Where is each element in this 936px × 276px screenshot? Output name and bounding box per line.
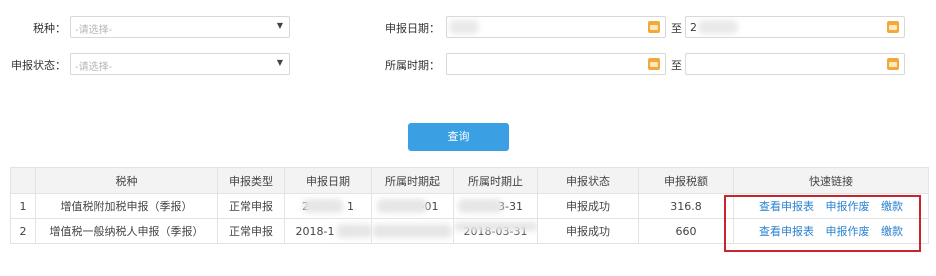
column-header-period-start: 所属时期起: [371, 167, 454, 194]
tax-type-select[interactable]: -请选择- ▼: [70, 16, 290, 38]
declare-date-label: 申报日期：: [385, 22, 440, 35]
column-header-index: [10, 167, 36, 194]
row-declare-type: 正常申报: [217, 193, 285, 219]
declare-status-placeholder: -请选择-: [75, 62, 113, 73]
declare-date-end-input[interactable]: 2: [685, 16, 905, 38]
period-end-input[interactable]: [685, 53, 905, 75]
declare-status-label: 申报状态：: [11, 59, 66, 72]
tax-type-label: 税种：: [33, 22, 66, 35]
declare-date-tail: 1: [347, 199, 354, 213]
redacted-blur: [372, 224, 452, 238]
redacted-blur: [303, 199, 343, 213]
query-button[interactable]: 查询: [408, 123, 509, 151]
row-status: 申报成功: [537, 193, 639, 219]
redacted-blur: [337, 224, 371, 238]
redacted-blur: [377, 199, 427, 213]
row-declare-type: 正常申报: [217, 218, 285, 244]
declare-date-value: 2018-1: [295, 224, 335, 238]
row-tax-type: 增值税附加税申报（季报）: [35, 193, 218, 219]
chevron-down-icon: ▼: [276, 58, 283, 67]
column-header-quick-links: 快速链接: [733, 167, 929, 194]
row-tax-type: 增值税一般纳税人申报（季报）: [35, 218, 218, 244]
row-period-start: [371, 218, 454, 244]
declare-date-end-value: 2: [690, 21, 697, 34]
period-start-input[interactable]: [446, 53, 666, 75]
row-period-start: -01: [371, 193, 454, 219]
calendar-icon[interactable]: [648, 58, 660, 70]
chevron-down-icon: ▼: [276, 21, 283, 30]
column-header-tax-type: 税种: [35, 167, 218, 194]
calendar-icon[interactable]: [887, 21, 899, 33]
redacted-blur: [454, 222, 537, 231]
table-header-row: 税种 申报类型 申报日期 所属时期起 所属时期止 申报状态 申报税额 快速链接: [10, 167, 929, 194]
declare-status-select[interactable]: -请选择- ▼: [70, 53, 290, 75]
to-label: 至: [671, 22, 682, 35]
highlight-box: [724, 195, 921, 252]
to-label: 至: [671, 59, 682, 72]
redacted-blur: [449, 20, 479, 34]
row-declare-date: 21: [284, 193, 372, 219]
calendar-icon[interactable]: [887, 58, 899, 70]
row-period-end: 2018-03-31: [453, 218, 538, 244]
redacted-blur: [458, 199, 503, 213]
row-amount: 316.8: [638, 193, 734, 219]
column-header-period-end: 所属时期止: [453, 167, 538, 194]
row-period-end: 3-31: [453, 193, 538, 219]
column-header-amount: 申报税额: [638, 167, 734, 194]
calendar-icon[interactable]: [648, 21, 660, 33]
row-declare-date: 2018-1: [284, 218, 372, 244]
row-index: 1: [10, 193, 36, 219]
column-header-declare-date: 申报日期: [284, 167, 372, 194]
column-header-status: 申报状态: [537, 167, 639, 194]
redacted-blur: [698, 20, 738, 34]
row-status: 申报成功: [537, 218, 639, 244]
row-index: 2: [10, 218, 36, 244]
declare-date-start-input[interactable]: [446, 16, 666, 38]
column-header-declare-type: 申报类型: [217, 167, 285, 194]
row-amount: 660: [638, 218, 734, 244]
tax-type-placeholder: -请选择-: [75, 25, 113, 36]
period-label: 所属时期：: [385, 59, 440, 72]
